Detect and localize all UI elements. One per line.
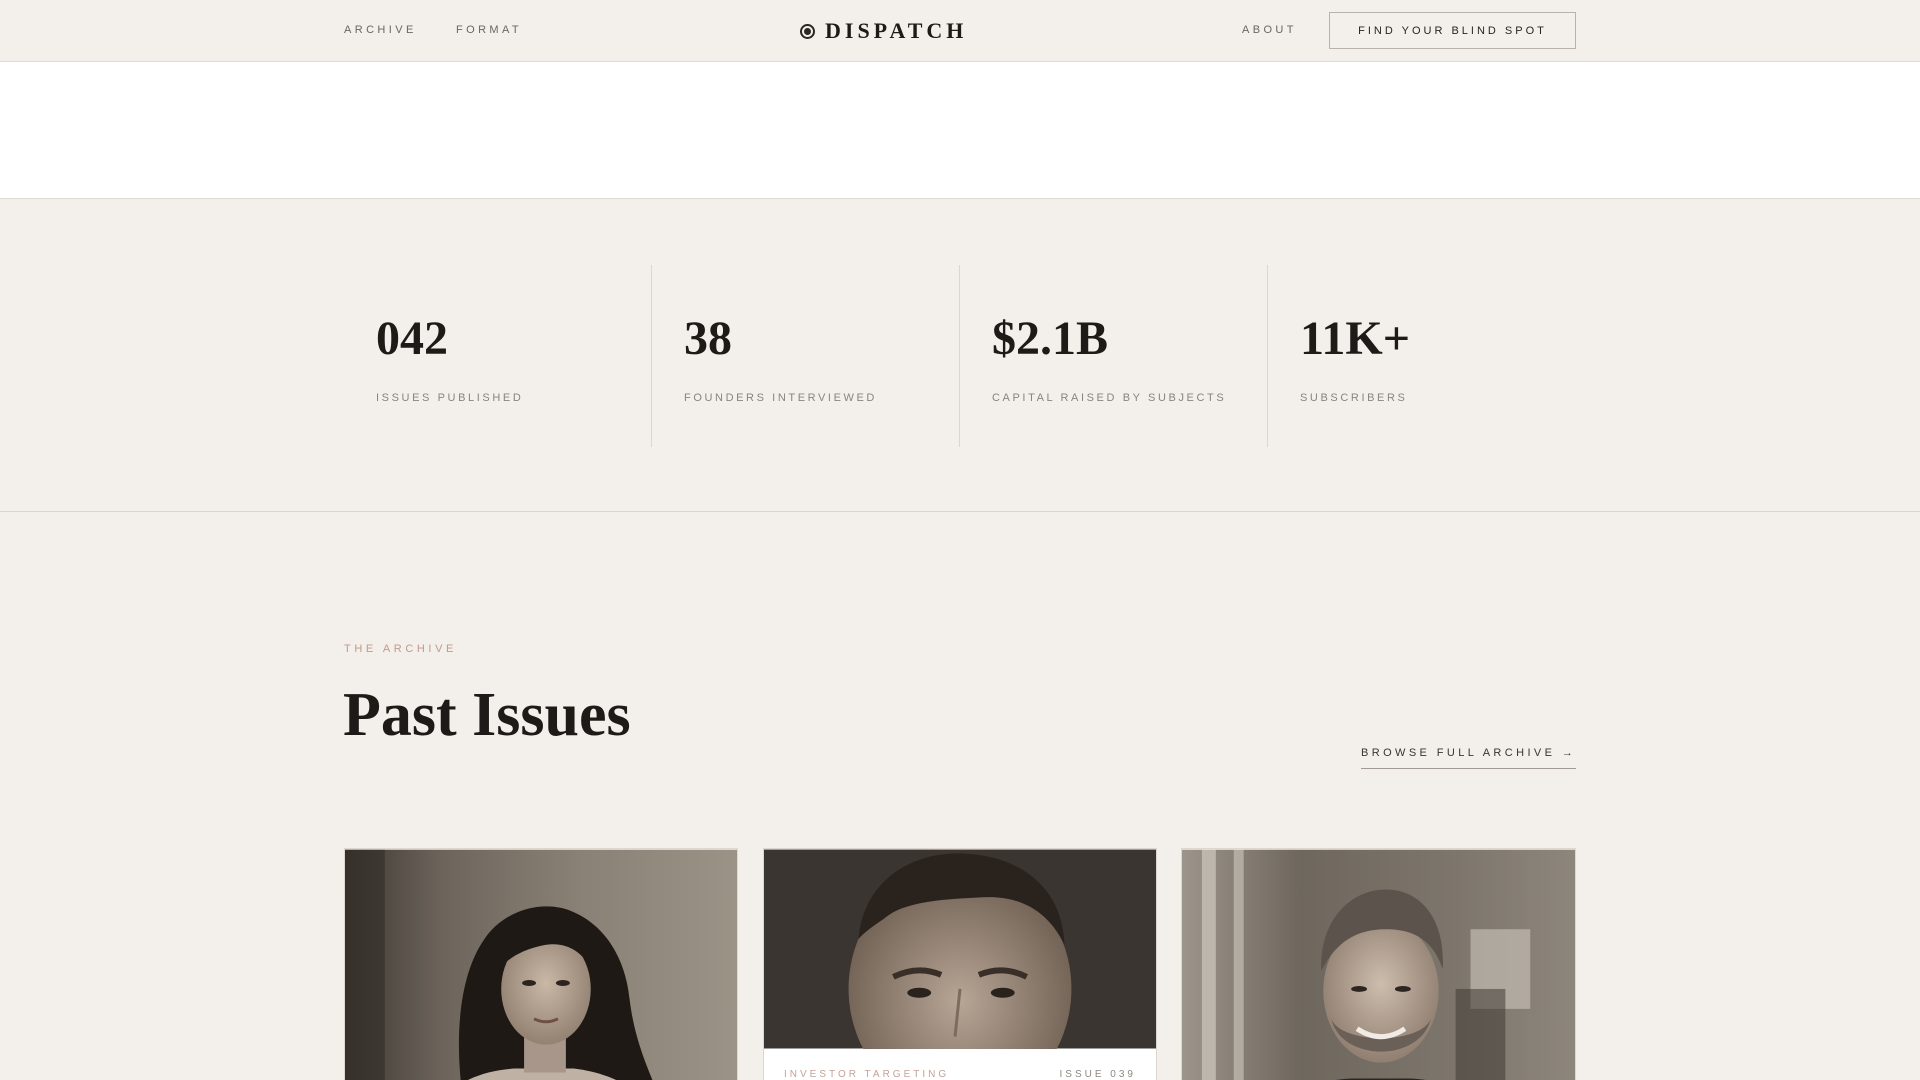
stat-label: CAPITAL RAISED BY SUBJECTS (992, 392, 1227, 404)
stat-value: 38 (684, 312, 732, 365)
portrait-photo (345, 849, 737, 1080)
page-title: Past Issues (343, 681, 631, 749)
stat-label: FOUNDERS INTERVIEWED (684, 392, 877, 404)
stat-subscribers: 11K+ SUBSCRIBERS (1267, 265, 1576, 447)
stat-value: $2.1B (992, 312, 1109, 365)
find-your-blind-spot-button[interactable]: FIND YOUR BLIND SPOT (1329, 12, 1576, 49)
stat-value: 11K+ (1300, 312, 1411, 365)
card-meta: INVESTOR TARGETING ISSUE 039 (784, 1069, 1136, 1080)
hero-blank-band (0, 62, 1920, 199)
brand-mark-icon (800, 23, 815, 39)
stat-founders-interviewed: 38 FOUNDERS INTERVIEWED (651, 265, 960, 447)
nav-link-archive[interactable]: ARCHIVE (344, 24, 417, 36)
stat-issues-published: 042 ISSUES PUBLISHED (344, 265, 652, 447)
brand-logo[interactable]: DISPATCH (800, 16, 967, 46)
brand-name: DISPATCH (825, 18, 968, 43)
card-issue-number: ISSUE 039 (1059, 1069, 1136, 1080)
issue-card[interactable]: INVESTOR TARGETING ISSUE 039 (763, 848, 1157, 1080)
portrait-photo (764, 849, 1156, 1049)
stats-section: 042 ISSUES PUBLISHED 38 FOUNDERS INTERVI… (0, 199, 1920, 512)
card-tag: INVESTOR TARGETING (784, 1069, 950, 1080)
issue-card[interactable] (344, 848, 738, 1080)
top-navigation: ARCHIVE FORMAT DISPATCH ABOUT FIND YOUR … (0, 0, 1920, 62)
browse-full-archive-link[interactable]: BROWSE FULL ARCHIVE → (1361, 747, 1576, 769)
stat-label: SUBSCRIBERS (1300, 392, 1408, 404)
portrait-photo (1182, 849, 1575, 1080)
stat-capital-raised: $2.1B CAPITAL RAISED BY SUBJECTS (959, 265, 1268, 447)
issue-card[interactable] (1181, 848, 1576, 1080)
nav-link-about[interactable]: ABOUT (1242, 24, 1297, 36)
stat-label: ISSUES PUBLISHED (376, 392, 524, 404)
stat-value: 042 (376, 312, 448, 365)
nav-link-format[interactable]: FORMAT (456, 24, 522, 36)
archive-eyebrow: THE ARCHIVE (344, 643, 457, 655)
